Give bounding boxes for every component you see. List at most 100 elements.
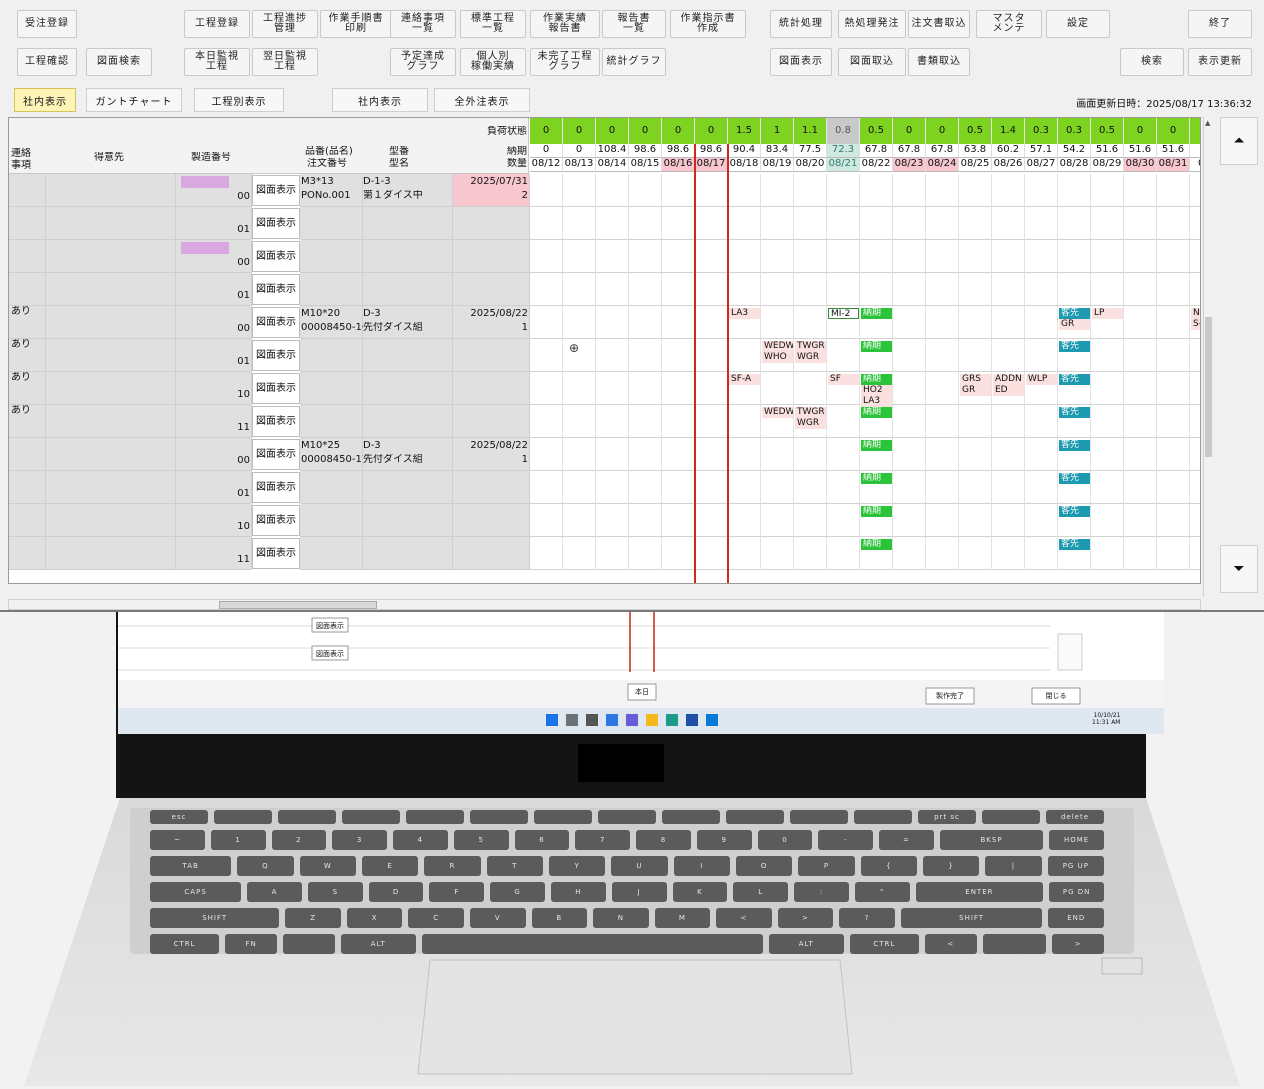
horizontal-scroll-thumb[interactable] xyxy=(219,601,377,609)
gantt-cell[interactable] xyxy=(761,537,794,570)
gantt-cell[interactable] xyxy=(728,504,761,537)
gantt-cell[interactable] xyxy=(1157,306,1190,339)
drawing-view-button[interactable]: 図面表示 xyxy=(252,340,300,371)
gantt-cell[interactable] xyxy=(761,372,794,405)
gantt-cell[interactable] xyxy=(695,207,728,240)
gantt-cell[interactable] xyxy=(761,207,794,240)
schedule-tag[interactable]: WGR xyxy=(795,418,826,429)
gantt-cell[interactable] xyxy=(596,438,629,471)
schedule-tag[interactable]: 客先 xyxy=(1059,473,1090,484)
gantt-cell[interactable] xyxy=(1058,273,1091,306)
gantt-cell[interactable] xyxy=(1091,339,1124,372)
gantt-cell[interactable] xyxy=(1025,339,1058,372)
gantt-cell[interactable] xyxy=(728,438,761,471)
gantt-cell[interactable] xyxy=(563,537,596,570)
gantt-cell[interactable] xyxy=(1091,405,1124,438)
gantt-cell[interactable] xyxy=(728,405,761,438)
gantt-cell[interactable] xyxy=(563,174,596,207)
gantt-cell[interactable] xyxy=(827,174,860,207)
gantt-cell[interactable] xyxy=(827,504,860,537)
gantt-cell[interactable] xyxy=(992,405,1025,438)
gantt-cell[interactable] xyxy=(1157,339,1190,372)
gantt-cell[interactable] xyxy=(959,174,992,207)
drawing-view-button[interactable]: 図面表示 xyxy=(252,208,300,239)
gantt-cell[interactable] xyxy=(563,306,596,339)
gantt-cell[interactable] xyxy=(1025,240,1058,273)
gantt-cell[interactable] xyxy=(695,405,728,438)
gantt-cell[interactable] xyxy=(728,240,761,273)
drawing-view-button[interactable]: 図面表示 xyxy=(252,175,300,206)
gantt-cell[interactable] xyxy=(992,438,1025,471)
gantt-cell[interactable] xyxy=(761,306,794,339)
heat-order-button[interactable]: 熱処理発注 xyxy=(838,10,906,38)
gantt-cell[interactable] xyxy=(596,174,629,207)
gantt-cell[interactable] xyxy=(827,471,860,504)
gantt-cell[interactable] xyxy=(794,207,827,240)
gantt-cell[interactable] xyxy=(926,471,959,504)
gantt-cell[interactable] xyxy=(1157,405,1190,438)
master-maint-button[interactable]: マスタ メンテ xyxy=(976,10,1042,38)
schedule-tag[interactable]: 客先 xyxy=(1059,374,1090,385)
gantt-cell[interactable] xyxy=(959,438,992,471)
gantt-cell[interactable] xyxy=(563,471,596,504)
gantt-cell[interactable] xyxy=(1190,405,1200,438)
drawing-import-button[interactable]: 図面取込 xyxy=(838,48,906,76)
gantt-cell[interactable] xyxy=(1190,471,1200,504)
drawing-view-button[interactable]: 図面表示 xyxy=(252,406,300,437)
tab-internal[interactable]: 社内表示 xyxy=(14,88,76,112)
gantt-cell[interactable] xyxy=(1124,273,1157,306)
gantt-cell[interactable] xyxy=(530,372,563,405)
gantt-cell[interactable] xyxy=(695,471,728,504)
gantt-cell[interactable] xyxy=(827,438,860,471)
gantt-cell[interactable] xyxy=(959,471,992,504)
schedule-tag[interactable]: 納期 xyxy=(861,308,892,319)
schedule-tag[interactable]: 客先 xyxy=(1059,539,1090,550)
gantt-cell[interactable] xyxy=(728,537,761,570)
gantt-cell[interactable] xyxy=(695,174,728,207)
gantt-cell[interactable] xyxy=(1157,537,1190,570)
gantt-cell[interactable] xyxy=(794,273,827,306)
gantt-cell[interactable] xyxy=(629,207,662,240)
gantt-cell[interactable] xyxy=(761,240,794,273)
gantt-cell[interactable] xyxy=(1058,240,1091,273)
gantt-cell[interactable] xyxy=(959,504,992,537)
gantt-cell[interactable] xyxy=(662,207,695,240)
gantt-cell[interactable] xyxy=(893,438,926,471)
gantt-cell[interactable] xyxy=(1157,207,1190,240)
gantt-cell[interactable] xyxy=(728,339,761,372)
gantt-cell[interactable] xyxy=(1190,537,1200,570)
gantt-cell[interactable] xyxy=(794,504,827,537)
drawing-view-button[interactable]: 図面表示 xyxy=(252,241,300,272)
gantt-cell[interactable] xyxy=(629,438,662,471)
gantt-cell[interactable] xyxy=(761,273,794,306)
gantt-cell[interactable] xyxy=(530,273,563,306)
gantt-cell[interactable] xyxy=(1091,240,1124,273)
process-entry-button[interactable]: 工程登録 xyxy=(184,10,250,38)
gantt-cell[interactable] xyxy=(860,240,893,273)
gantt-cell[interactable] xyxy=(827,207,860,240)
gantt-cell[interactable] xyxy=(1124,240,1157,273)
gantt-cell[interactable] xyxy=(1091,471,1124,504)
gantt-cell[interactable] xyxy=(1124,537,1157,570)
gantt-cell[interactable] xyxy=(1124,438,1157,471)
schedule-tag[interactable]: N-I xyxy=(1191,308,1200,319)
schedule-tag[interactable]: ED xyxy=(993,385,1024,396)
gantt-cell[interactable] xyxy=(662,471,695,504)
schedule-tag[interactable]: WLP xyxy=(1026,374,1057,385)
schedule-tag[interactable]: MI-2 xyxy=(828,308,859,319)
schedule-tag[interactable]: 客先 xyxy=(1059,407,1090,418)
gantt-cell[interactable] xyxy=(629,471,662,504)
gantt-cell[interactable] xyxy=(860,273,893,306)
gantt-cell[interactable] xyxy=(1124,207,1157,240)
plan-graph-button[interactable]: 予定達成 グラフ xyxy=(390,48,456,76)
std-process-list-button[interactable]: 標準工程 一覧 xyxy=(460,10,526,38)
gantt-cell[interactable] xyxy=(596,405,629,438)
gantt-cell[interactable] xyxy=(662,240,695,273)
gantt-cell[interactable] xyxy=(893,339,926,372)
gantt-cell[interactable] xyxy=(794,174,827,207)
gantt-cell[interactable] xyxy=(926,504,959,537)
gantt-cell[interactable] xyxy=(893,405,926,438)
gantt-cell[interactable] xyxy=(992,240,1025,273)
schedule-tag[interactable]: 納期 xyxy=(861,407,892,418)
gantt-cell[interactable] xyxy=(563,273,596,306)
